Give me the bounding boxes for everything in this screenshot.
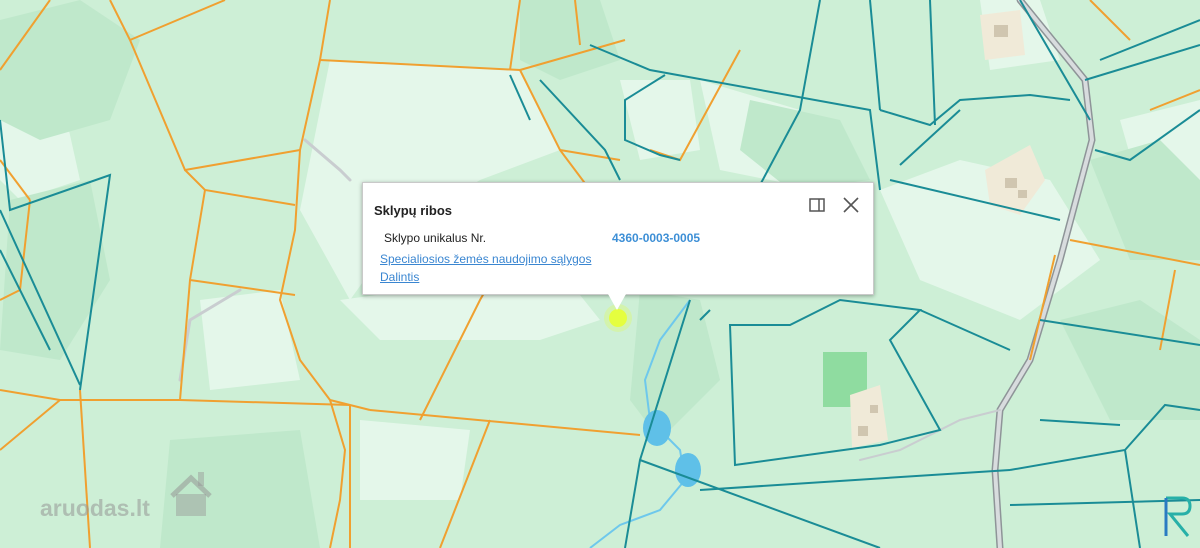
maximize-icon[interactable] [807,195,827,215]
watermark-text: aruodas [40,495,130,521]
special-land-use-conditions-link[interactable]: Specialiosios žemės naudojimo sąlygos [380,252,591,266]
close-icon[interactable] [841,195,861,215]
watermark-suffix: .lt [129,495,150,521]
house-logo-icon [170,472,212,516]
aruodas-watermark: aruodas.lt [40,495,150,522]
rc-registry-logo-icon [1164,496,1192,537]
popup-title: Sklypų ribos [374,203,453,218]
parcel-id-label: Sklypo unikalus Nr. [384,231,487,245]
parcel-info-popup: Sklypų ribos Sklypo unikalus Nr. 4360-00… [362,182,874,295]
popup-pointer [608,294,626,310]
parcel-id-value: 4360-0003-0005 [612,231,701,245]
share-link[interactable]: Dalintis [380,270,419,284]
